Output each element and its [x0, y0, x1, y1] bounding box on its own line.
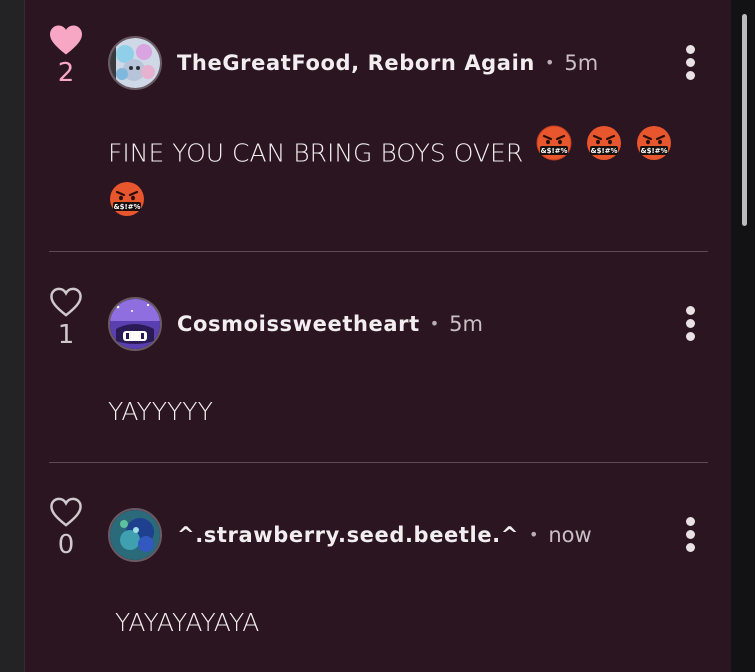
like-count: 2: [57, 58, 75, 88]
comments-panel: 2 TheGreatFood, Reborn Again • 5m FINE YOU…: [24, 0, 732, 672]
separator-dot: •: [429, 314, 440, 333]
comment-text-content: FINE YOU CAN BRING BOYS OVER: [108, 138, 524, 168]
comment-header: Cosmoissweetheart • 5m: [177, 309, 483, 339]
comment-text: YAYAYAYAYA: [115, 608, 260, 637]
left-gutter: [0, 0, 24, 672]
svg-text:&$!#%: &$!#%: [113, 203, 140, 211]
svg-text:&$!#%: &$!#%: [641, 147, 668, 155]
like-button[interactable]: 2: [45, 24, 87, 88]
more-vertical-icon: [685, 306, 695, 315]
separator-dot: •: [528, 525, 539, 544]
like-button[interactable]: 1: [45, 286, 87, 350]
scrollbar[interactable]: [742, 14, 747, 226]
angry-emoji: &$!#%: [108, 180, 146, 222]
timestamp: 5m: [564, 51, 599, 75]
timestamp: 5m: [449, 312, 483, 336]
comment-text: FINE YOU CAN BRING BOYS OVER &$!#% &$!#%…: [108, 125, 673, 181]
more-vertical-icon: [685, 517, 695, 526]
svg-text:&$!#%: &$!#%: [541, 147, 568, 155]
comment-divider: [49, 251, 708, 252]
angry-emoji: &$!#%: [535, 124, 573, 177]
timestamp: now: [548, 523, 592, 547]
comment-divider: [49, 462, 708, 463]
heart-outline-icon: [50, 287, 82, 317]
username[interactable]: TheGreatFood, Reborn Again: [177, 51, 535, 75]
heart-outline-icon: [50, 497, 82, 527]
separator-dot: •: [544, 53, 555, 72]
angry-emoji: &$!#%: [635, 124, 673, 177]
comment-header: ^.strawberry.seed.beetle.^ • now: [177, 520, 592, 550]
svg-text:&$!#%: &$!#%: [591, 147, 618, 155]
like-count: 1: [57, 320, 75, 350]
avatar[interactable]: [108, 508, 162, 562]
more-options-button[interactable]: [675, 303, 705, 347]
avatar[interactable]: [108, 36, 162, 90]
more-options-button[interactable]: [675, 42, 705, 86]
like-button[interactable]: 0: [45, 496, 87, 560]
angry-emoji: &$!#%: [585, 124, 623, 177]
more-options-button[interactable]: [675, 514, 705, 558]
more-vertical-icon: [685, 45, 695, 54]
username[interactable]: ^.strawberry.seed.beetle.^: [177, 523, 519, 547]
comment-header: TheGreatFood, Reborn Again • 5m: [177, 48, 598, 78]
comment-text: YAYYYYY: [108, 397, 213, 426]
like-count: 0: [57, 530, 75, 560]
avatar[interactable]: [108, 297, 162, 351]
heart-filled-icon: [50, 25, 82, 55]
username[interactable]: Cosmoissweetheart: [177, 312, 420, 336]
